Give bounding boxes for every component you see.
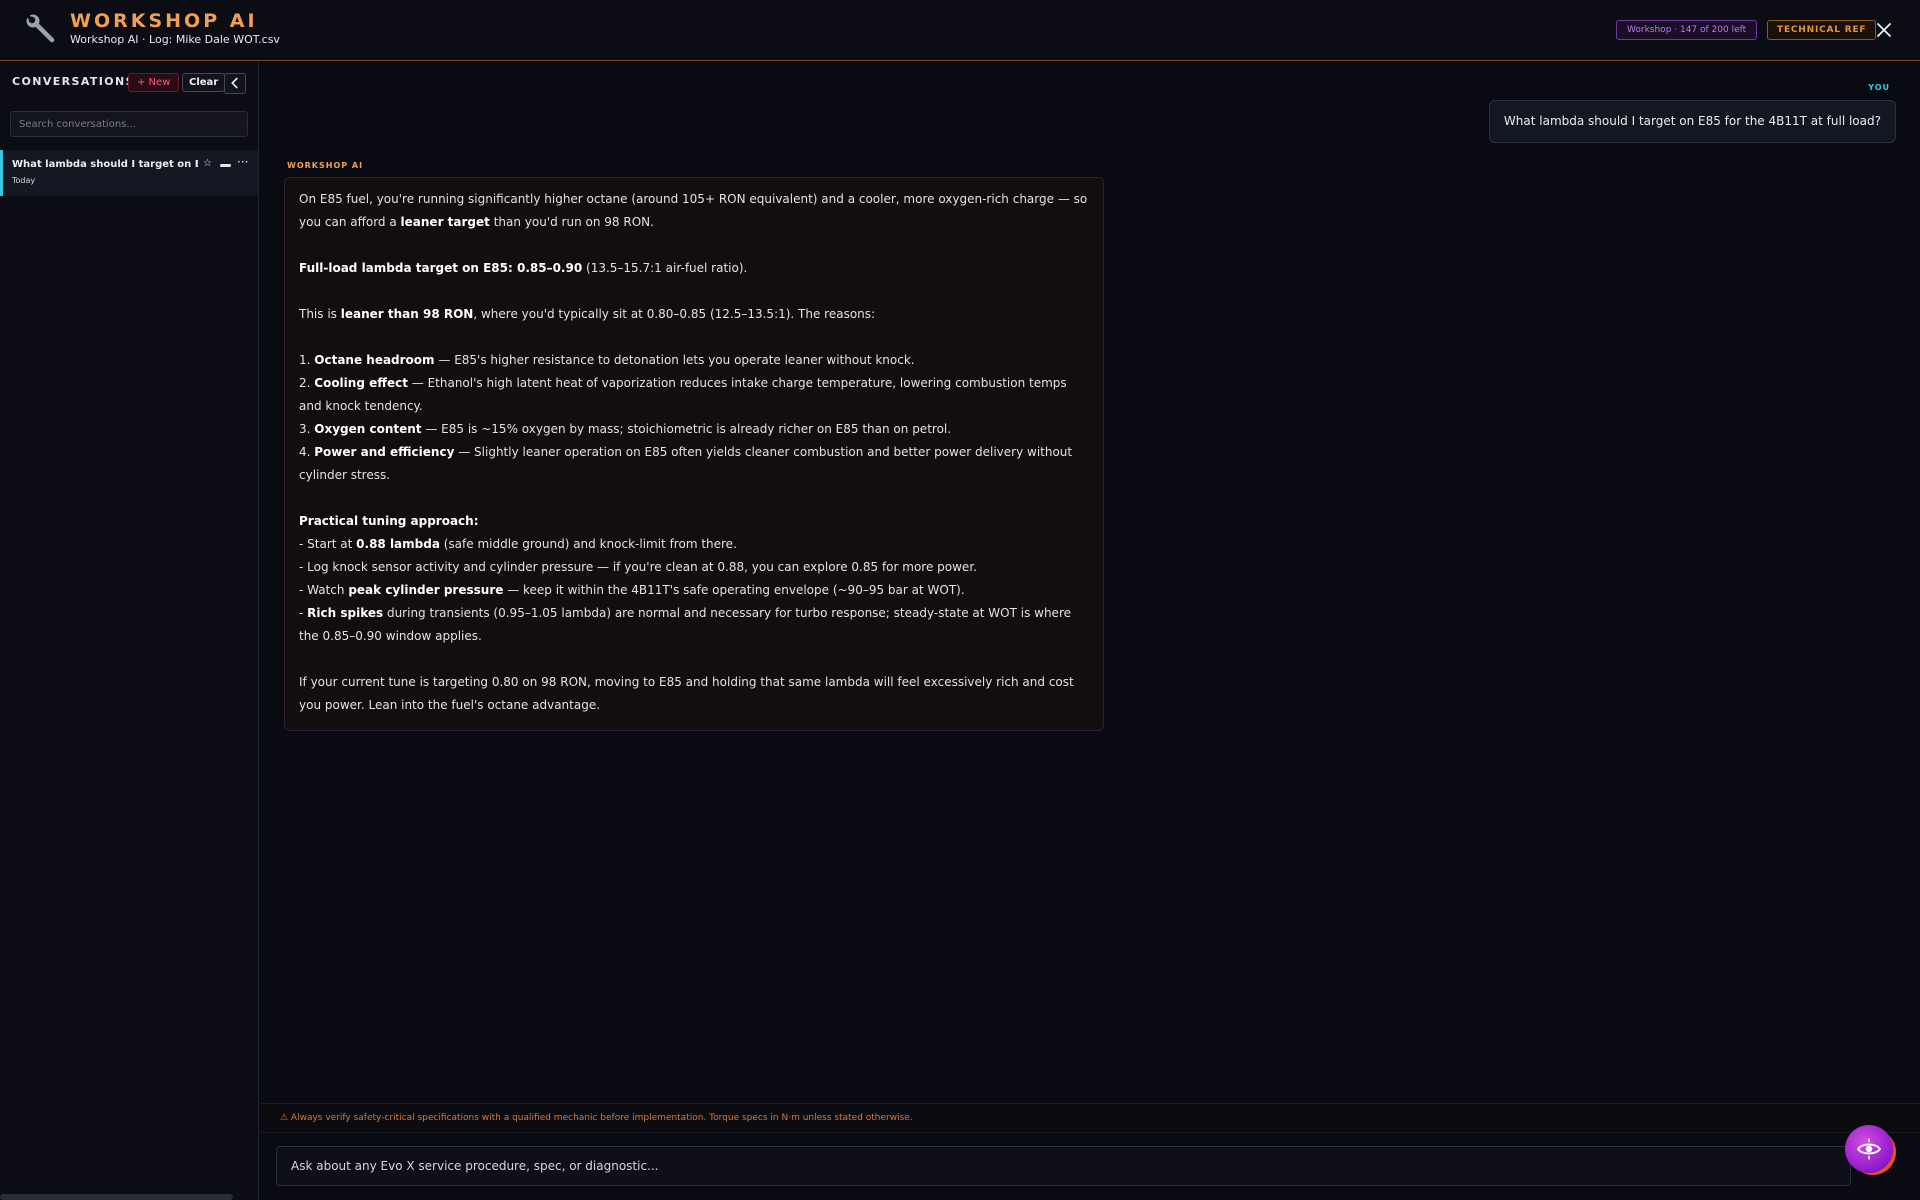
conversations-sidebar: CONVERSATIONS + New Clear What lambda sh… <box>0 61 259 1200</box>
text: Practical tuning approach: <box>299 514 479 528</box>
text: - <box>299 606 308 620</box>
ai-intro: On E85 fuel, you're running significantl… <box>299 188 1089 234</box>
text: - Start at <box>299 537 357 551</box>
text: 1. <box>299 353 315 367</box>
text: Full-load lambda target on E85: 0.85–0.9… <box>299 261 583 275</box>
ai-target: Full-load lambda target on E85: 0.85–0.9… <box>299 257 1089 280</box>
close-icon[interactable] <box>1874 20 1894 40</box>
assistant-message: On E85 fuel, you're running significantl… <box>284 177 1104 731</box>
text: — E85 is ~15% oxygen by mass; stoichiome… <box>421 422 952 436</box>
text: - Log knock sensor activity and cylinder… <box>299 560 977 574</box>
eye-icon <box>1857 1138 1881 1160</box>
text: leaner than 98 RON <box>340 307 474 321</box>
conversation-title: What lambda should I target on E85 for t… <box>12 159 198 170</box>
app-title: WORKSHOP AI <box>70 10 258 32</box>
user-message: What lambda should I target on E85 for t… <box>1488 100 1896 143</box>
user-label: YOU <box>1868 83 1890 92</box>
text: Octane headroom <box>314 353 435 367</box>
chevron-left-icon <box>231 77 238 89</box>
quota-badge: Workshop · 147 of 200 left <box>1616 20 1758 40</box>
text: This is <box>299 307 341 321</box>
text: - Watch <box>299 583 349 597</box>
text: 3. <box>299 422 315 436</box>
text: , where you'd typically sit at 0.80–0.85… <box>473 307 876 321</box>
text: Power and efficiency <box>314 445 455 459</box>
vision-fab-button[interactable] <box>1845 1125 1893 1173</box>
sidebar-title: CONVERSATIONS <box>12 75 135 88</box>
chat-main: YOU What lambda should I target on E85 f… <box>260 61 1920 1200</box>
safety-warning-bar: ⚠ Always verify safety-critical specific… <box>260 1103 1920 1133</box>
chat-input[interactable] <box>276 1146 1851 1186</box>
text: leaner target <box>400 215 490 229</box>
technical-ref-badge[interactable]: TECHNICAL REF <box>1767 20 1877 40</box>
text: — E85's higher resistance to detonation … <box>434 353 915 367</box>
list-item: 1. Octane headroom — E85's higher resist… <box>299 349 1089 372</box>
search-conversations-input[interactable] <box>10 111 248 137</box>
more-options-icon[interactable]: ··· <box>237 155 248 169</box>
text: 4. <box>299 445 315 459</box>
assistant-label: WORKSHOP AI <box>287 161 364 170</box>
text: 2. <box>299 376 315 390</box>
safety-warning-text: ⚠ Always verify safety-critical specific… <box>280 1113 913 1123</box>
text: (13.5–15.7:1 air-fuel ratio). <box>582 261 748 275</box>
ai-closing: If your current tune is targeting 0.80 o… <box>299 675 1074 712</box>
pin-icon[interactable] <box>220 164 231 167</box>
text: Cooling effect <box>314 376 408 390</box>
wrench-icon <box>26 14 55 43</box>
collapse-sidebar-button[interactable] <box>224 73 246 94</box>
list-item: - Start at 0.88 lambda (safe middle grou… <box>299 533 1089 556</box>
ai-lean: This is leaner than 98 RON, where you'd … <box>299 303 1089 326</box>
sidebar-scrollbar[interactable] <box>0 1194 233 1200</box>
clear-conversations-button[interactable]: Clear <box>182 73 226 92</box>
text: — Ethanol's high latent heat of vaporiza… <box>299 376 1067 413</box>
text: Rich spikes <box>307 606 384 620</box>
text: Oxygen content <box>314 422 422 436</box>
text: than you'd run on 98 RON. <box>489 215 654 229</box>
list-item: - Rich spikes during transients (0.95–1.… <box>299 602 1089 648</box>
text: 0.88 lambda <box>356 537 440 551</box>
list-item: 4. Power and efficiency — Slightly leane… <box>299 441 1089 487</box>
practical-title: Practical tuning approach: <box>299 510 1089 533</box>
new-conversation-button[interactable]: + New <box>128 73 180 92</box>
list-item: 3. Oxygen content — E85 is ~15% oxygen b… <box>299 418 1089 441</box>
app-subtitle: Workshop AI · Log: Mike Dale WOT.csv <box>70 33 280 46</box>
text: (safe middle ground) and knock-limit fro… <box>439 537 737 551</box>
conversation-date: Today <box>12 176 36 185</box>
text: peak cylinder pressure <box>348 583 504 597</box>
list-item: - Log knock sensor activity and cylinder… <box>299 556 1089 579</box>
conversation-item[interactable]: What lambda should I target on E85 for t… <box>0 150 258 196</box>
text: — keep it within the 4B11T's safe operat… <box>503 583 965 597</box>
app-header: WORKSHOP AI Workshop AI · Log: Mike Dale… <box>0 0 1920 61</box>
star-icon[interactable]: ☆ <box>203 158 212 169</box>
list-item: - Watch peak cylinder pressure — keep it… <box>299 579 1089 602</box>
list-item: 2. Cooling effect — Ethanol's high laten… <box>299 372 1089 418</box>
text: during transients (0.95–1.05 lambda) are… <box>299 606 1071 643</box>
